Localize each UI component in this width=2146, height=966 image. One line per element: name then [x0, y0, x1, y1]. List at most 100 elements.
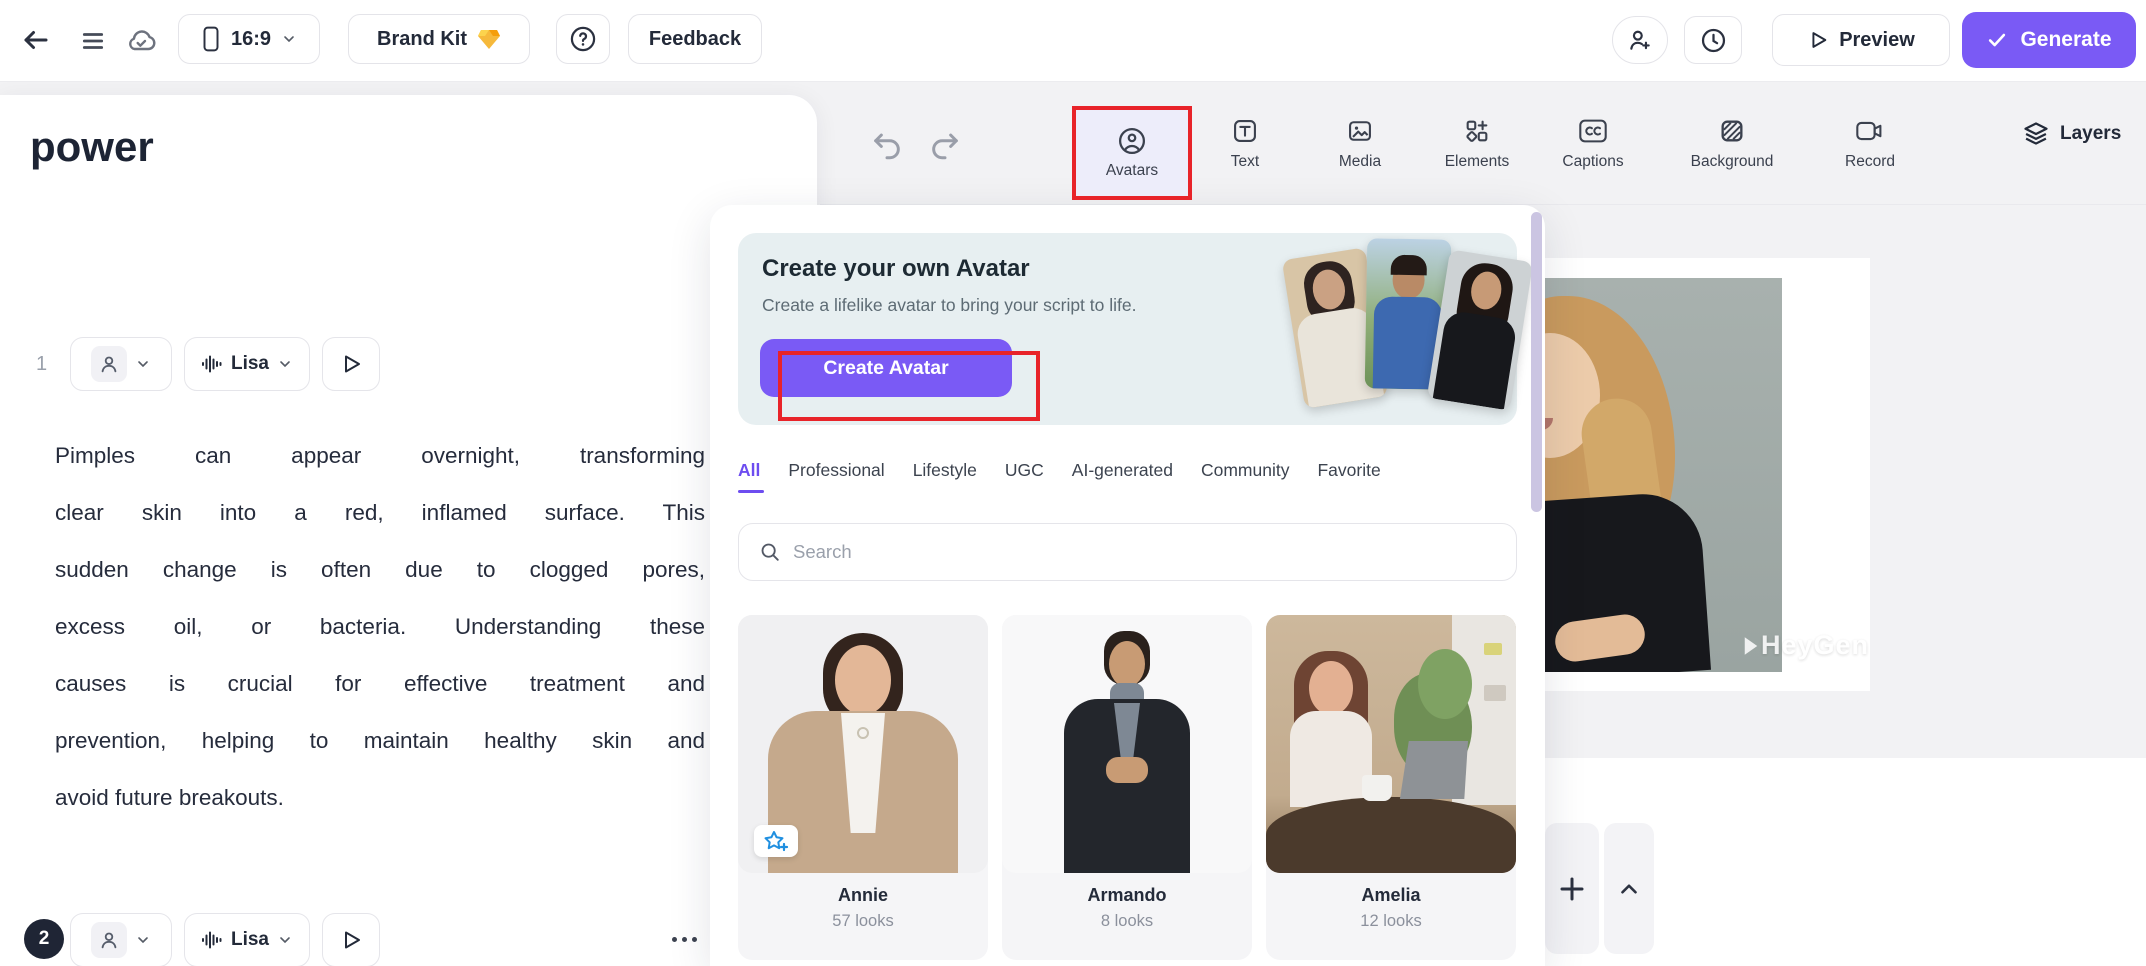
avatar-looks-count: 12 looks [1360, 912, 1422, 930]
clock-icon [1701, 28, 1725, 52]
script-panel: power 1 Lisa Pimples can appear overnigh… [0, 95, 817, 966]
chevron-down-icon [280, 361, 290, 368]
tab-avatars[interactable]: Avatars [1072, 106, 1192, 200]
waveform-icon [201, 931, 222, 949]
chevron-down-icon [138, 361, 148, 368]
tab-all[interactable]: All [738, 460, 765, 493]
menu-icon[interactable] [76, 24, 110, 58]
preview-button[interactable]: Preview [1772, 14, 1950, 66]
star-plus-icon [764, 831, 789, 852]
help-button[interactable] [556, 14, 610, 64]
check-icon [1989, 33, 2006, 47]
create-avatar-card: Create your own Avatar Create a lifelike… [738, 233, 1534, 425]
search-icon [761, 543, 779, 561]
search-input[interactable] [793, 541, 1473, 563]
favorite-star-badge[interactable] [754, 825, 798, 857]
tab-record[interactable]: Record [1815, 116, 1925, 171]
plus-icon [1560, 877, 1584, 900]
add-scene-canvas-button[interactable] [1545, 823, 1599, 954]
generate-button[interactable]: Generate [1962, 12, 2136, 68]
gem-icon [478, 30, 500, 49]
avatar-image-annie [738, 615, 988, 873]
brand-kit-label: Brand Kit [377, 27, 467, 50]
undo-icon [874, 133, 900, 160]
heygen-watermark: HeyGen [1743, 630, 1869, 661]
tab-ai-generated[interactable]: AI-generated [1072, 460, 1173, 493]
history-button[interactable] [1684, 16, 1742, 64]
layers-button[interactable]: Layers [2022, 120, 2121, 148]
scene-1-voice-name: Lisa [230, 353, 270, 374]
scene-2-avatar-selector[interactable] [70, 913, 172, 966]
scene-1-number: 1 [36, 353, 48, 375]
script-line: Pimples can appear overnight, transformi… [55, 443, 705, 468]
scene-1-avatar-selector[interactable] [70, 337, 172, 391]
record-icon [1855, 116, 1885, 146]
tab-media[interactable]: Media [1305, 116, 1415, 171]
script-line: avoid future breakouts. [55, 785, 284, 810]
tab-ugc[interactable]: UGC [1005, 460, 1044, 493]
avatar-name: Annie [837, 885, 888, 905]
elements-icon [1463, 116, 1491, 146]
tab-avatars-label: Avatars [1105, 162, 1159, 179]
tab-text[interactable]: Text [1190, 116, 1300, 171]
avatar-card-annie[interactable]: Annie 57 looks [738, 615, 988, 960]
back-arrow-icon[interactable] [16, 20, 56, 60]
avatar-looks-count: 57 looks [832, 912, 894, 930]
avatar-card-armando[interactable]: Armando 8 looks [1002, 615, 1252, 960]
video-canvas[interactable]: HeyGen [1545, 258, 1870, 691]
tab-professional[interactable]: Professional [788, 460, 884, 493]
avatar-category-tabs: All Professional Lifestyle UGC AI-genera… [738, 460, 1381, 493]
avatars-icon [1119, 128, 1145, 154]
scene-1-script[interactable]: Pimples can appear overnight, transformi… [55, 427, 705, 826]
scene-1-voice-selector[interactable]: Lisa [184, 337, 310, 391]
avatar-image-amelia [1266, 615, 1516, 873]
top-bar: 16:9 Brand Kit Feedback Preview Generate [0, 0, 2146, 82]
scene-2-play-button[interactable] [322, 913, 380, 966]
brand-kit-button[interactable]: Brand Kit [348, 14, 530, 64]
cloud-sync-icon [122, 22, 160, 60]
avatar-name: Amelia [1361, 885, 1421, 905]
heygen-editor: 16:9 Brand Kit Feedback Preview Generate [0, 0, 2146, 966]
scene-2-more-options-icon[interactable] [672, 937, 697, 942]
script-line: excess oil, or bacteria. Understanding t… [55, 614, 705, 639]
create-avatar-title: Create your own Avatar [762, 255, 1030, 282]
tab-background[interactable]: Background [1677, 116, 1787, 171]
avatar-grid: Annie 57 looks Armando 8 looks Amelia 12… [738, 615, 1516, 960]
scene-2-number-badge[interactable]: 2 [24, 919, 64, 959]
watermark-play-icon [1744, 636, 1758, 655]
avatar-search [738, 523, 1517, 581]
person-icon [91, 346, 127, 382]
script-line: sudden change is often due to clogged po… [55, 557, 705, 582]
undo-button[interactable] [870, 128, 904, 162]
scene-1-play-button[interactable] [322, 337, 380, 391]
tab-elements[interactable]: Elements [1422, 116, 1532, 171]
scene-2-voice-name: Lisa [230, 929, 270, 950]
tab-community[interactable]: Community [1201, 460, 1290, 493]
text-icon [1231, 116, 1259, 146]
phone-icon [203, 26, 219, 52]
redo-button[interactable] [928, 128, 962, 162]
chevron-down-icon [138, 937, 148, 944]
tab-favorite[interactable]: Favorite [1317, 460, 1380, 493]
tab-captions[interactable]: Captions [1538, 116, 1648, 171]
aspect-ratio-selector[interactable]: 16:9 [178, 14, 320, 64]
avatar-card-amelia[interactable]: Amelia 12 looks [1266, 615, 1516, 960]
create-avatar-button[interactable]: Create Avatar [760, 339, 1012, 397]
tab-lifestyle[interactable]: Lifestyle [913, 460, 977, 493]
waveform-icon [201, 355, 222, 373]
collapse-panel-button[interactable] [1604, 823, 1654, 954]
scene-2-voice-selector[interactable]: Lisa [184, 913, 310, 966]
layers-label: Layers [2060, 123, 2122, 144]
help-icon [570, 26, 596, 52]
avatar-preview-image[interactable] [1545, 278, 1782, 672]
panel-scrollbar[interactable] [1531, 212, 1542, 512]
invite-member-button[interactable] [1612, 16, 1668, 64]
person-icon [91, 922, 127, 958]
play-icon [345, 355, 360, 373]
generate-label: Generate [2020, 28, 2112, 51]
chevron-down-icon [280, 937, 290, 944]
avatar-looks-count: 8 looks [1100, 912, 1154, 930]
avatars-panel: Create your own Avatar Create a lifelike… [710, 205, 1545, 966]
feedback-button[interactable]: Feedback [628, 14, 762, 64]
video-title[interactable]: power [30, 123, 154, 171]
